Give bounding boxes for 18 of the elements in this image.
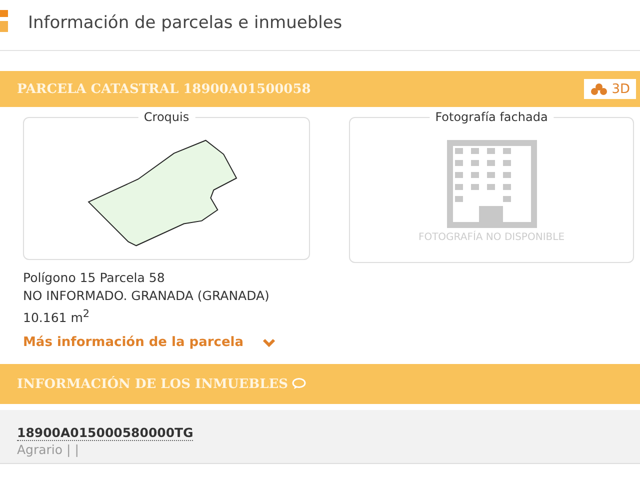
parcel-info-text: Polígono 15 Parcela 58 — [23, 269, 166, 287]
cubes-icon — [590, 83, 608, 95]
logo-icon — [0, 10, 8, 32]
section-title: INFORMACIÓN DE LOS INMUEBLES — [17, 376, 288, 392]
separator-text: | — [66, 442, 71, 458]
panel-label: Fotografía fachada — [429, 110, 554, 124]
building-icon — [446, 140, 536, 228]
property-use: Agrario — [17, 442, 63, 458]
property-row[interactable]: 18900A015000580000TG Agrario | | — [0, 410, 640, 464]
parcel-info-text: 10.161 m$^{2}$ — [23, 307, 91, 328]
chat-icon — [292, 378, 306, 390]
section-title: PARCELA CATASTRAL 18900A01500058 — [17, 82, 311, 96]
chevron-icon — [262, 338, 276, 348]
property-reference[interactable]: 18900A015000580000TG — [17, 425, 194, 442]
page-title: Información de parcelas e inmuebles — [28, 13, 342, 33]
separator-text: | — [74, 442, 79, 458]
parcel-info-text: NO INFORMADO. GRANADA (GRANADA) — [23, 287, 270, 305]
panel-label: Croquis — [138, 110, 196, 124]
